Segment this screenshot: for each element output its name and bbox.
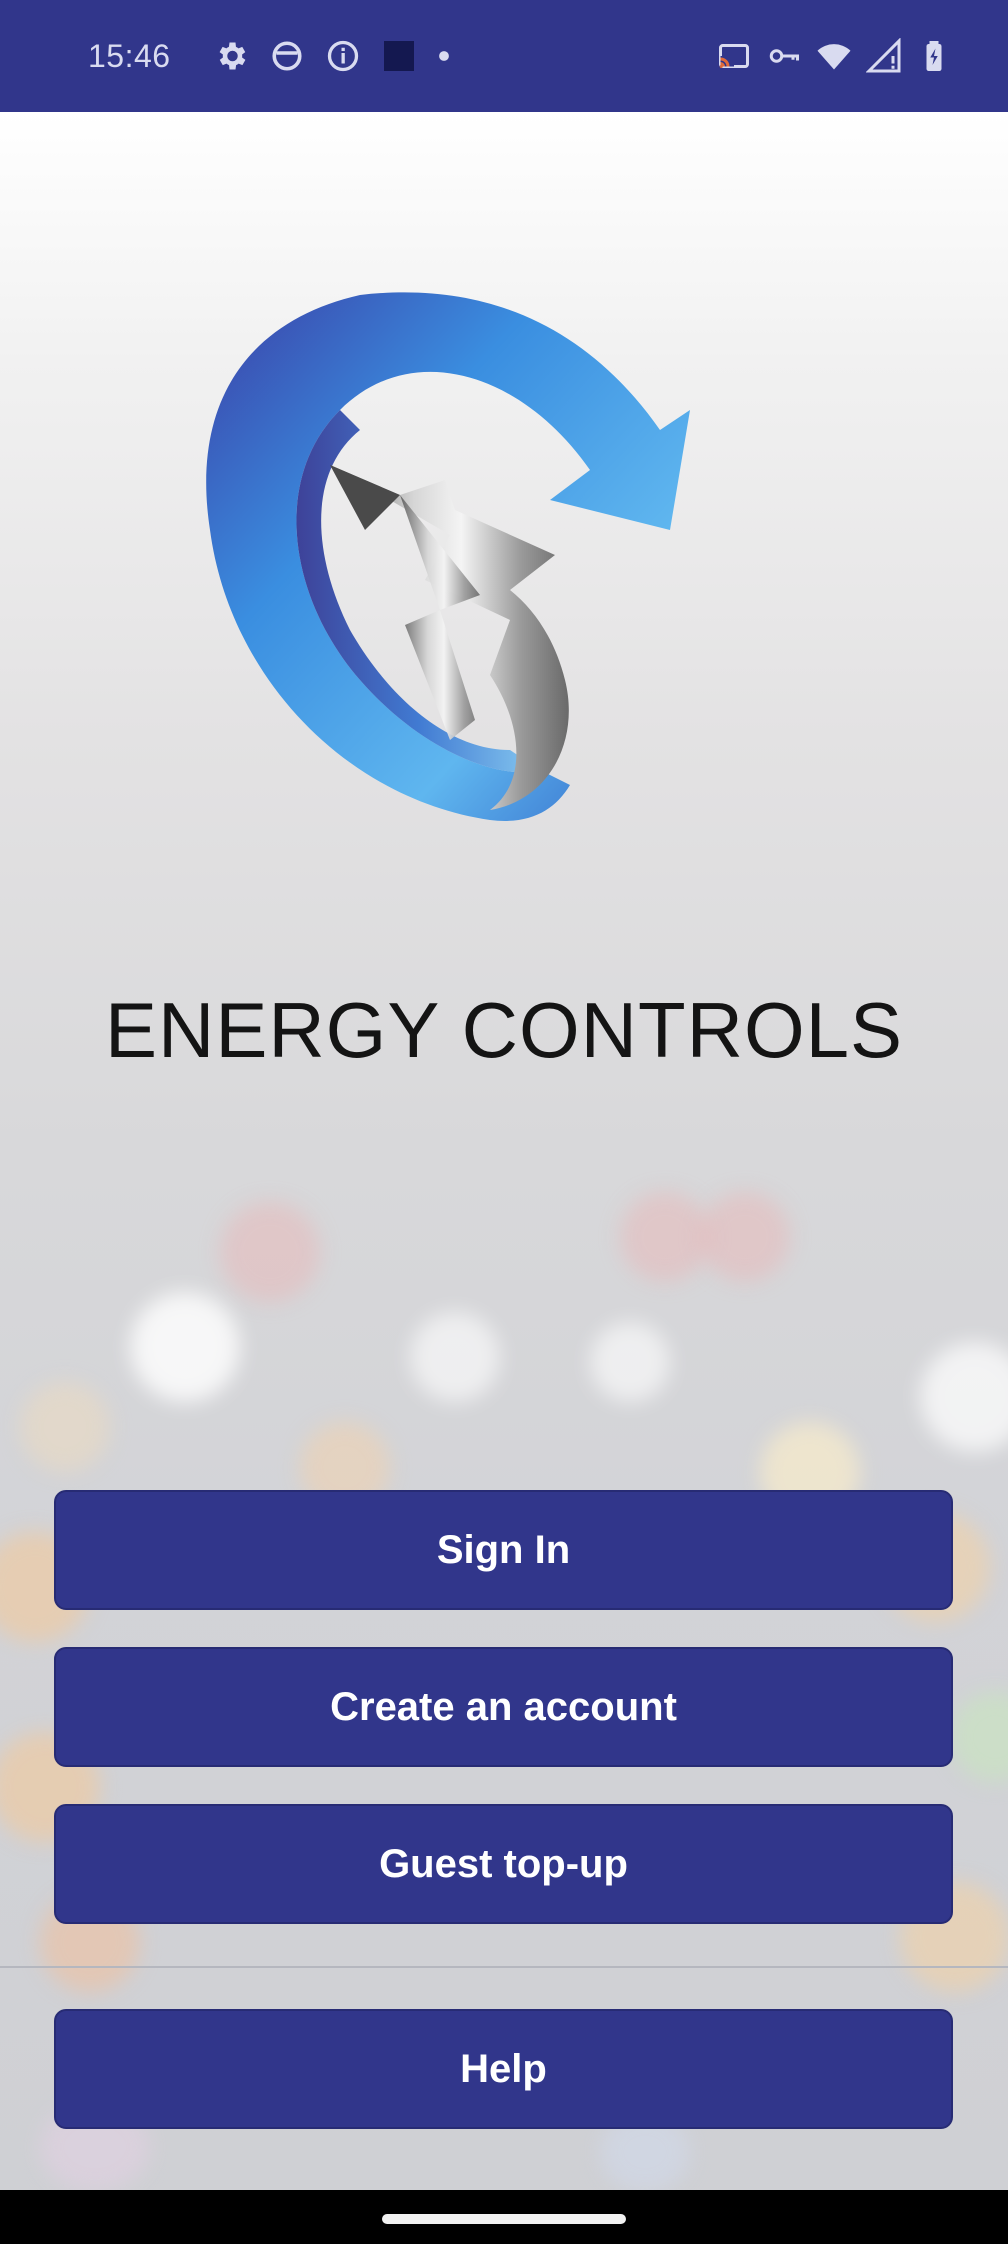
brand-name: ENERGY CONTROLS [104,986,904,1074]
square-icon [381,38,417,74]
info-icon [325,38,361,74]
status-right-group [716,38,952,74]
signal-icon [866,38,902,74]
gear-icon [213,38,249,74]
face-icon [269,38,305,74]
status-time: 15:46 [88,37,171,74]
cast-icon [716,38,752,74]
status-left-group: 15:46 [88,38,451,75]
energy-controls-logo-icon [206,292,690,821]
dot-icon [437,38,451,74]
divider [0,1966,1008,1968]
wifi-icon [816,38,852,74]
vpn-key-icon [766,38,802,74]
create-account-button[interactable]: Create an account [54,1647,953,1767]
status-bar: 15:46 [0,0,1008,112]
battery-icon [916,38,952,74]
guest-topup-button[interactable]: Guest top-up [54,1804,953,1924]
help-button[interactable]: Help [54,2009,953,2129]
sign-in-button[interactable]: Sign In [54,1490,953,1610]
home-gesture-handle[interactable] [382,2214,626,2224]
